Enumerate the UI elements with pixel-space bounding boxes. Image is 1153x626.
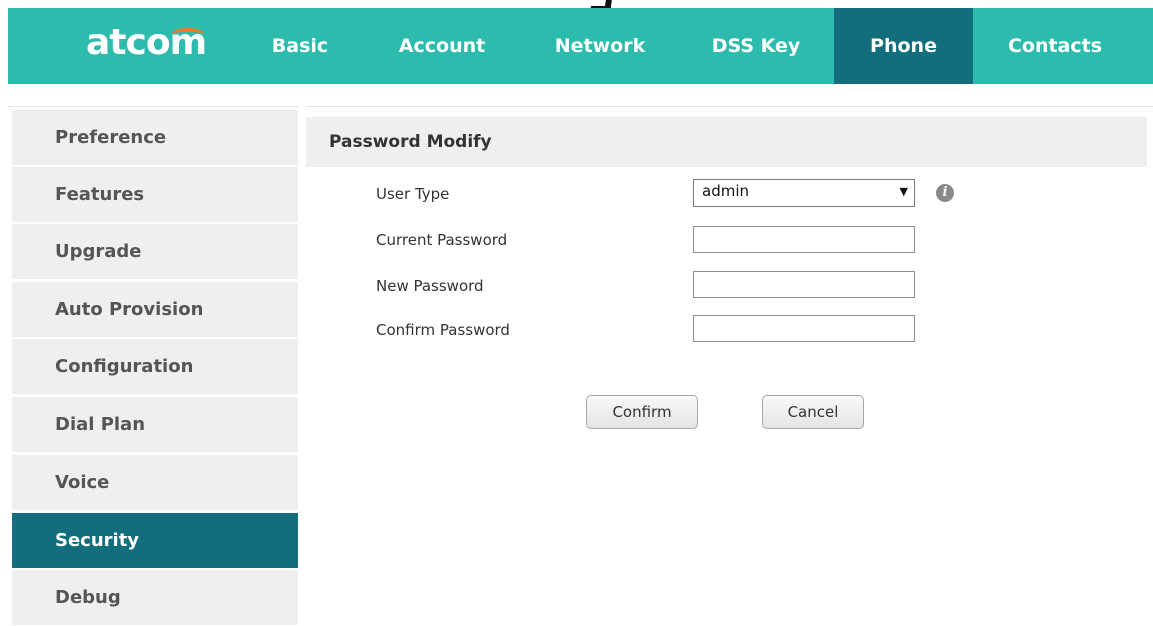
tab-dss-key[interactable]: DSS Key (688, 8, 824, 84)
tab-network[interactable]: Network (536, 8, 664, 84)
top-nav-bar: atcom Basic Account Network DSS Key Phon… (8, 8, 1153, 84)
tab-account[interactable]: Account (372, 8, 512, 84)
confirm-button[interactable]: Confirm (586, 395, 698, 429)
tab-contacts[interactable]: Contacts (985, 8, 1125, 84)
sidebar-item-security[interactable]: Security (12, 513, 298, 569)
confirm-password-field[interactable] (693, 315, 915, 342)
cancel-button[interactable]: Cancel (762, 395, 864, 429)
sidebar-item-upgrade[interactable]: Upgrade (12, 224, 298, 280)
user-type-label: User Type (376, 185, 450, 203)
sidebar-item-configuration[interactable]: Configuration (12, 339, 298, 395)
sidebar: Preference Features Upgrade Auto Provisi… (8, 106, 298, 626)
sidebar-item-auto-provision[interactable]: Auto Provision (12, 282, 298, 338)
sidebar-item-voice[interactable]: Voice (12, 455, 298, 511)
sidebar-item-dial-plan[interactable]: Dial Plan (12, 397, 298, 453)
new-password-label: New Password (376, 277, 484, 295)
sidebar-item-preference[interactable]: Preference (12, 110, 298, 166)
info-icon[interactable]: i (936, 184, 954, 202)
top-strip (0, 0, 1153, 12)
sidebar-item-debug[interactable]: Debug (12, 570, 298, 626)
new-password-field[interactable] (693, 271, 915, 298)
user-type-value: admin (702, 182, 749, 200)
section-title: Password Modify (306, 117, 1147, 167)
dropdown-arrow-icon: ▼ (899, 185, 908, 198)
tab-phone[interactable]: Phone (834, 8, 973, 84)
current-password-field[interactable] (693, 226, 915, 253)
sidebar-item-features[interactable]: Features (12, 167, 298, 223)
logo-swoosh-icon (172, 28, 204, 40)
current-password-label: Current Password (376, 231, 508, 249)
tab-basic[interactable]: Basic (244, 8, 356, 84)
confirm-password-label: Confirm Password (376, 321, 510, 339)
brand-logo[interactable]: atcom (86, 22, 207, 63)
user-type-select[interactable]: admin ▼ (693, 179, 915, 207)
main-content: Password Modify User Type admin ▼ i Curr… (306, 106, 1153, 622)
